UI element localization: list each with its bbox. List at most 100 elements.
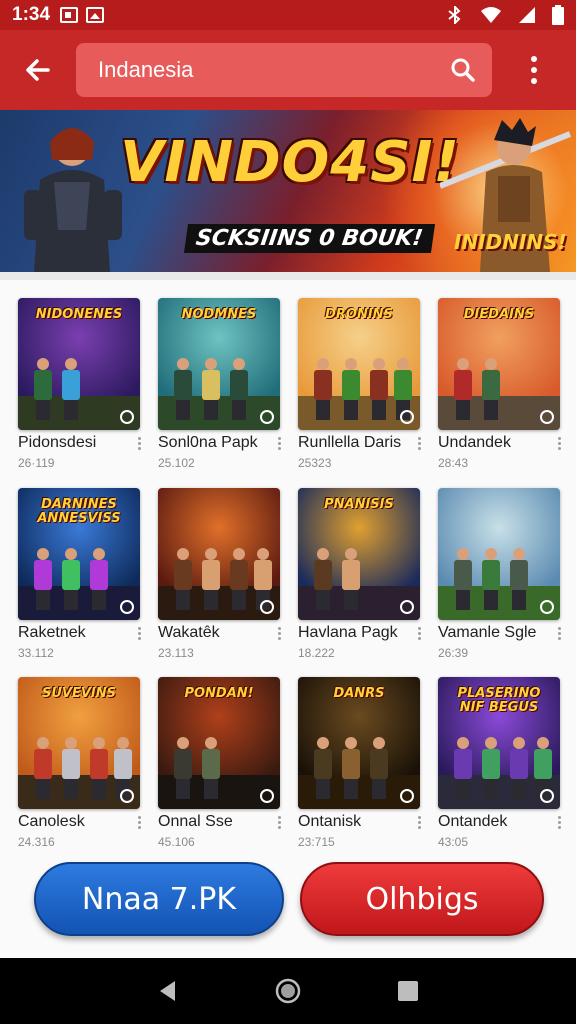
nav-back-icon (160, 981, 175, 1001)
character-figure (452, 737, 474, 799)
character-figure (340, 548, 362, 610)
character-figure (508, 737, 530, 799)
app-name: Undandek (438, 434, 511, 451)
promo-banner[interactable]: VINDO4SI! SCKSIINS 0 BOUK! INIDNINS! (0, 110, 576, 272)
character-figure (60, 358, 82, 420)
more-vert-icon[interactable] (554, 627, 564, 643)
app-tile[interactable]: NODMNES Sonl0na Papk 25.102 (156, 296, 284, 476)
app-thumbnail[interactable]: DARNINES ANNESVISS (18, 488, 140, 620)
status-bar: 1:34 (0, 0, 576, 30)
more-vert-icon[interactable] (414, 437, 424, 453)
character-figure (312, 548, 334, 610)
nav-home-button[interactable] (268, 971, 308, 1011)
app-thumbnail[interactable]: PONDAN! (158, 677, 280, 809)
badge-icon (400, 789, 414, 803)
more-vert-icon[interactable] (554, 437, 564, 453)
thumbnail-title: PLASERINO NIF BEGUS (457, 686, 541, 715)
thumbnail-title: NIDONENES (35, 307, 123, 322)
app-thumbnail[interactable]: DIEDAINS (438, 298, 560, 430)
character-figure (200, 548, 222, 610)
app-name: Ontandek (438, 813, 508, 830)
search-query: Indanesia (98, 57, 194, 82)
more-vert-icon[interactable] (414, 816, 424, 832)
app-meta: 23:715 (298, 835, 335, 849)
primary-action-button[interactable]: Nnaa 7.PK (34, 862, 284, 936)
nav-home-icon (275, 978, 301, 1004)
thumbnail-title: DARNINES ANNESVISS (37, 497, 121, 526)
character-figure (32, 358, 54, 420)
character-figure (312, 737, 334, 799)
more-vert-icon[interactable] (414, 627, 424, 643)
app-thumbnail[interactable]: SUVEVINS (18, 677, 140, 809)
secondary-action-button[interactable]: Olhbigs (300, 862, 544, 936)
search-input[interactable]: Indanesia (76, 43, 492, 97)
thumbnail-title: PNANISIS (324, 497, 394, 512)
app-tile[interactable]: PLASERINO NIF BEGUS Ontandek 43:05 (436, 675, 564, 855)
thumbnail-title: SUVEVINS (41, 686, 116, 701)
app-tile[interactable]: DIEDAINS Undandek 28:43 (436, 296, 564, 476)
character-figure (340, 737, 362, 799)
app-name: Pidonsdesi (18, 434, 97, 451)
badge-icon (260, 410, 274, 424)
app-thumbnail[interactable]: DANRS (298, 677, 420, 809)
app-name: Canolesk (18, 813, 85, 830)
badge-icon (260, 600, 274, 614)
app-thumbnail[interactable] (438, 488, 560, 620)
app-tile[interactable]: PNANISIS Havlana Pagk 18.222 (296, 486, 424, 666)
app-tile[interactable]: Vamanle Sgle 26:39 (436, 486, 564, 666)
app-tile[interactable]: DARNINES ANNESVISS Raketnek 33.112 (16, 486, 144, 666)
character-figure (60, 548, 82, 610)
thumbnail-title: PONDAN! (184, 686, 254, 701)
battery-icon (552, 5, 564, 25)
app-screen: 1:34 Indanesia VINDO4SI! SCKSIINS 0 BOUK… (0, 0, 576, 1024)
badge-icon (540, 600, 554, 614)
character-figure (200, 737, 222, 799)
app-meta: 25.102 (158, 456, 195, 470)
photo-icon (86, 7, 105, 23)
character-figure (480, 737, 502, 799)
app-thumbnail[interactable]: PNANISIS (298, 488, 420, 620)
nav-back-button[interactable] (148, 971, 188, 1011)
character-figure (200, 358, 222, 420)
app-tile[interactable]: NIDONENES Pidonsdesi 26·119 (16, 296, 144, 476)
banner-subtitle: SCKSIINS 0 BOUK! (183, 224, 435, 253)
app-thumbnail[interactable] (158, 488, 280, 620)
more-vert-icon[interactable] (274, 627, 284, 643)
search-icon[interactable] (450, 57, 476, 83)
character-figure (88, 737, 110, 799)
more-vert-icon[interactable] (134, 627, 144, 643)
nav-recents-button[interactable] (388, 971, 428, 1011)
back-button[interactable] (0, 30, 76, 110)
character-figure (452, 358, 474, 420)
app-meta: 25323 (298, 456, 332, 470)
character-figure (172, 358, 194, 420)
app-thumbnail[interactable]: NIDONENES (18, 298, 140, 430)
status-icons (446, 5, 564, 25)
app-meta: 26:39 (438, 646, 469, 660)
character-figure (312, 358, 334, 420)
app-meta: 18.222 (298, 646, 335, 660)
more-vert-icon[interactable] (274, 816, 284, 832)
app-meta: 33.112 (18, 646, 54, 660)
app-tile[interactable]: SUVEVINS Canolesk 24.316 (16, 675, 144, 855)
badge-icon (260, 789, 274, 803)
app-thumbnail[interactable]: NODMNES (158, 298, 280, 430)
more-vert-icon[interactable] (492, 30, 576, 110)
more-vert-icon[interactable] (554, 816, 564, 832)
bluetooth-icon (448, 6, 461, 24)
divider (0, 272, 576, 280)
app-meta: 24.316 (18, 835, 55, 849)
app-meta: 26·119 (18, 456, 55, 470)
more-vert-icon[interactable] (134, 816, 144, 832)
app-thumbnail[interactable]: PLASERINO NIF BEGUS (438, 677, 560, 809)
app-tile[interactable]: Wakatêk 23.113 (156, 486, 284, 666)
app-tile[interactable]: PONDAN! Onnal Sse 45.106 (156, 675, 284, 855)
app-thumbnail[interactable]: DRONINS (298, 298, 420, 430)
app-name: Ontanisk (298, 813, 362, 830)
more-vert-icon[interactable] (274, 437, 284, 453)
character-figure (368, 358, 390, 420)
more-vert-icon[interactable] (134, 437, 144, 453)
app-tile[interactable]: DRONINS Runllella Daris 25323 (296, 296, 424, 476)
app-tile[interactable]: DANRS Ontanisk 23:715 (296, 675, 424, 855)
thumbnail-title: DRONINS (325, 307, 393, 322)
